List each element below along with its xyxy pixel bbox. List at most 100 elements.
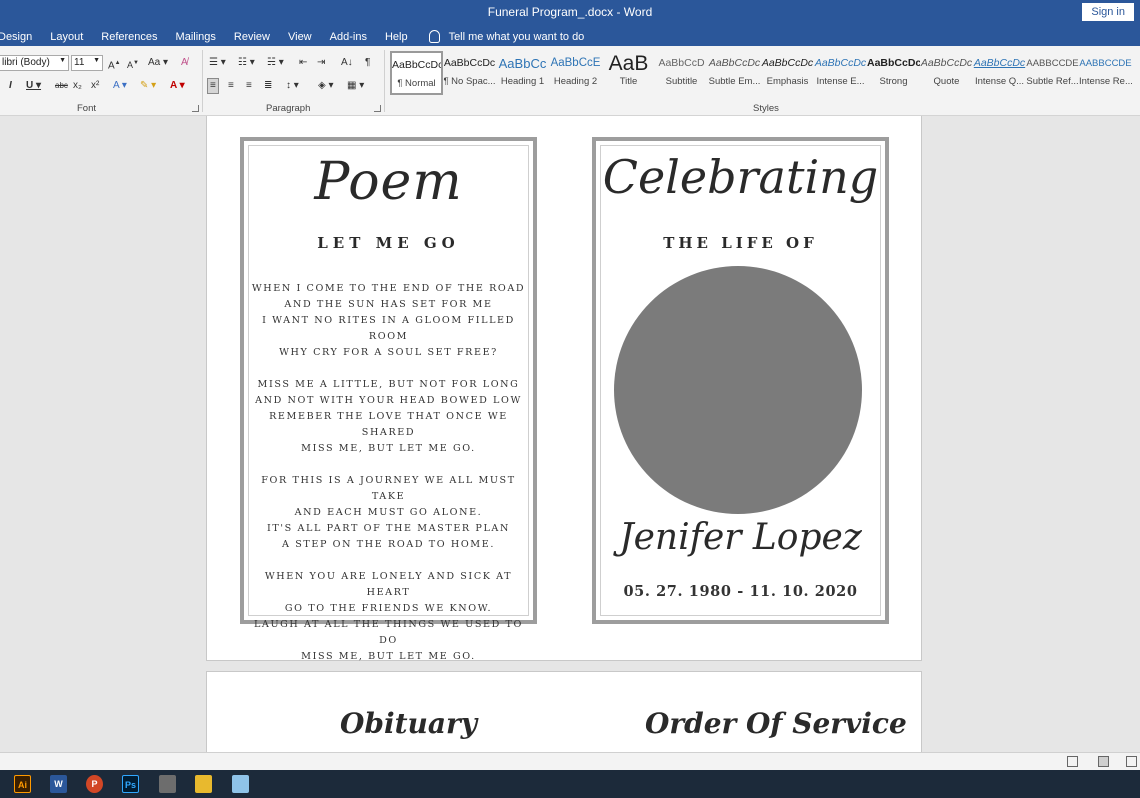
paragraph-dialog-launcher-icon[interactable] xyxy=(374,105,381,112)
tell-me-text: Tell me what you want to do xyxy=(448,30,585,43)
align-right-icon[interactable]: ≡ xyxy=(246,79,252,93)
grow-font-icon[interactable]: A▲ xyxy=(108,56,121,73)
shrink-font-icon[interactable]: A▼ xyxy=(127,56,139,72)
justify-icon[interactable]: ≣ xyxy=(264,79,272,93)
menu-references[interactable]: References xyxy=(92,31,166,43)
file-explorer-icon[interactable] xyxy=(195,775,212,793)
style-intense-emphasis[interactable]: AaBbCcDc Intense E... xyxy=(814,51,867,95)
font-size-dropdown[interactable]: 11 ▼ xyxy=(71,55,103,71)
menu-help[interactable]: Help xyxy=(376,31,417,43)
align-left-icon[interactable]: ≡ xyxy=(207,78,219,94)
paragraph-group-label: Paragraph xyxy=(266,103,311,114)
read-mode-icon[interactable] xyxy=(1067,756,1078,767)
style-sample: AaBbCcDc xyxy=(814,57,867,69)
menu-add-ins[interactable]: Add-ins xyxy=(321,31,376,43)
style-subtle-emphasis[interactable]: AaBbCcDc Subtle Em... xyxy=(708,51,761,95)
line-spacing-icon[interactable]: ↕ ▾ xyxy=(286,79,299,93)
subscript-icon[interactable]: x₂ xyxy=(73,79,82,93)
change-case-icon[interactable]: Aa ▾ xyxy=(148,56,168,70)
poem-line: A STEP ON THE ROAD TO HOME. xyxy=(282,539,495,550)
styles-gallery: AaBbCcDc ¶ Normal AaBbCcDc ¶ No Spac... Aa… xyxy=(390,51,1140,95)
tell-me-search[interactable]: Tell me what you want to do xyxy=(417,30,594,43)
card-inner-border: Poem LET ME GO WHEN I COME TO THE END OF… xyxy=(248,145,529,662)
style-subtitle[interactable]: AaBbCcD Subtitle xyxy=(655,51,708,95)
style-name: Intense Q... xyxy=(974,76,1025,87)
calculator-icon[interactable] xyxy=(159,775,176,793)
style-subtle-reference[interactable]: AABBCCDE Subtle Ref... xyxy=(1026,51,1079,95)
underline-icon[interactable]: U ▾ xyxy=(26,79,41,93)
style-sample: AaBbCcDc xyxy=(443,57,496,69)
poem-line: AND THE SUN HAS SET FOR ME xyxy=(284,299,493,310)
style-heading-2[interactable]: AaBbCcE Heading 2 xyxy=(549,51,602,95)
style-sample: AaBbCcDc xyxy=(920,57,973,69)
print-layout-icon[interactable] xyxy=(1098,756,1109,767)
word-icon[interactable]: W xyxy=(50,775,67,793)
sign-in-button[interactable]: Sign in xyxy=(1082,3,1134,21)
poem-line: I WANT NO RITES IN A GLOOM FILLED ROOM xyxy=(262,315,515,342)
notes-app-icon[interactable] xyxy=(232,775,249,793)
poem-line: GO TO THE FRIENDS WE KNOW. xyxy=(284,603,493,614)
font-name-dropdown[interactable]: libri (Body) ▼ xyxy=(0,55,69,71)
show-formatting-marks-icon[interactable]: ¶ xyxy=(365,56,370,70)
style-quote[interactable]: AaBbCcDc Quote xyxy=(920,51,973,95)
numbering-icon[interactable]: ☷ ▾ xyxy=(238,56,255,70)
clear-formatting-icon[interactable]: A̸ xyxy=(181,56,188,70)
style-name: Subtle Em... xyxy=(708,76,761,87)
font-dialog-launcher-icon[interactable] xyxy=(192,105,199,112)
sort-icon[interactable]: A↓ xyxy=(341,56,353,70)
style-no-spacing[interactable]: AaBbCcDc ¶ No Spac... xyxy=(443,51,496,95)
document-page-2: Obituary Order Of Service xyxy=(206,671,922,752)
shading-icon[interactable]: ◈ ▾ xyxy=(318,79,334,93)
style-sample: AaBbCcDc xyxy=(708,57,761,69)
increase-indent-icon[interactable]: ⇥ xyxy=(317,56,325,70)
powerpoint-icon[interactable]: P xyxy=(86,775,103,793)
style-title[interactable]: AaB Title xyxy=(602,51,655,95)
document-area[interactable]: Poem LET ME GO WHEN I COME TO THE END OF… xyxy=(0,116,1140,752)
chevron-down-icon: ▼ xyxy=(59,57,66,64)
style-heading-1[interactable]: AaBbCc Heading 1 xyxy=(496,51,549,95)
poem-line: WHEN YOU ARE LONELY AND SICK AT HEART xyxy=(264,571,513,598)
style-name: Subtle Ref... xyxy=(1026,76,1079,87)
style-emphasis[interactable]: AaBbCcDc Emphasis xyxy=(761,51,814,95)
font-size-value: 11 xyxy=(74,57,85,68)
italic-icon[interactable]: I xyxy=(9,79,12,93)
style-name: Intense E... xyxy=(816,76,865,87)
decrease-indent-icon[interactable]: ⇤ xyxy=(299,56,307,70)
style-intense-quote[interactable]: AaBbCcDc Intense Q... xyxy=(973,51,1026,95)
portrait-photo-placeholder[interactable] xyxy=(614,266,862,514)
poem-heading: LET ME GO xyxy=(317,234,460,252)
app-label: Ps xyxy=(124,780,136,790)
bullets-icon[interactable]: ☰ ▾ xyxy=(209,56,226,70)
photoshop-icon[interactable]: Ps xyxy=(122,775,139,793)
taskbar: Ai W P Ps xyxy=(0,770,1140,798)
style-sample: AaBbCcDc xyxy=(392,59,441,71)
strikethrough-icon[interactable]: abc xyxy=(55,79,68,93)
style-sample: AaBbCcE xyxy=(550,57,601,69)
illustrator-icon[interactable]: Ai xyxy=(14,775,31,793)
window-title: Funeral Program_.docx - Word xyxy=(487,5,653,19)
menu-layout[interactable]: Layout xyxy=(41,31,92,43)
superscript-icon[interactable]: x² xyxy=(91,79,99,93)
style-strong[interactable]: AaBbCcDc Strong xyxy=(867,51,920,95)
menu-design[interactable]: Design xyxy=(0,31,41,43)
text-effects-icon[interactable]: A ▾ xyxy=(113,79,127,93)
style-name: Intense Re... xyxy=(1079,76,1132,87)
borders-icon[interactable]: ▦ ▾ xyxy=(347,79,364,93)
highlight-icon[interactable]: ✎ ▾ xyxy=(140,79,156,93)
menu-review[interactable]: Review xyxy=(225,31,279,43)
style-normal[interactable]: AaBbCcDc ¶ Normal xyxy=(390,51,443,95)
styles-group-label: Styles xyxy=(753,103,779,114)
web-layout-icon[interactable] xyxy=(1126,756,1137,767)
font-color-icon[interactable]: A ▾ xyxy=(170,79,185,93)
title-bar: Funeral Program_.docx - Word Sign in Des… xyxy=(0,0,1140,46)
poem-stanza: WHEN I COME TO THE END OF THE ROAD AND T… xyxy=(249,281,528,361)
style-name: Quote xyxy=(933,76,960,87)
style-intense-reference[interactable]: AABBCCDE Intense Re... xyxy=(1079,51,1132,95)
menu-mailings[interactable]: Mailings xyxy=(167,31,225,43)
poem-stanza: FOR THIS IS A JOURNEY WE ALL MUST TAKE A… xyxy=(249,473,528,553)
menu-view[interactable]: View xyxy=(279,31,321,43)
align-center-icon[interactable]: ≡ xyxy=(228,79,234,93)
style-sample: AaB xyxy=(608,52,649,75)
multilevel-list-icon[interactable]: ☵ ▾ xyxy=(267,56,284,70)
poem-line: MISS ME A LITTLE, BUT NOT FOR LONG xyxy=(257,379,520,390)
